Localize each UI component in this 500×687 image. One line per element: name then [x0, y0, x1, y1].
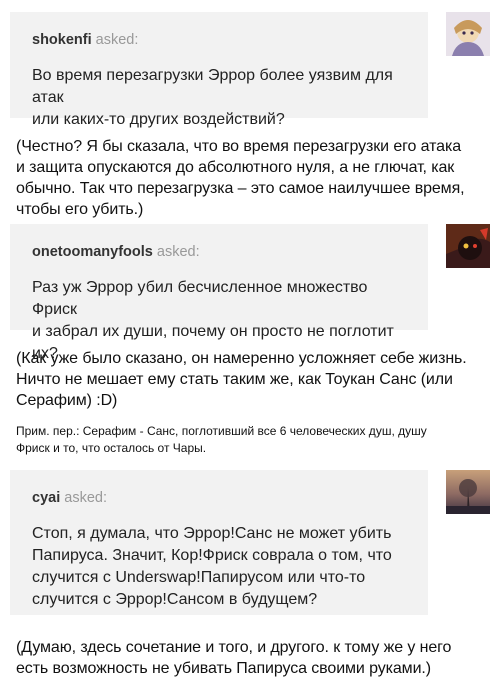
answer-line: Серафим) :D) [16, 392, 118, 409]
answer-line: обычно. Так что перезагрузка – это самое… [16, 180, 465, 197]
asker-username[interactable]: onetoomanyfools [32, 244, 153, 260]
answer-line: и защита опускаются до абсолютного нуля,… [16, 159, 455, 176]
asker-username[interactable]: shokenfi [32, 32, 92, 48]
answer-text: (Как уже было сказано, он намеренно усло… [16, 348, 494, 411]
question-line: или каких-то других воздействий? [32, 111, 285, 128]
answer-text: (Честно? Я бы сказала, что во время пере… [16, 136, 494, 220]
answer-text: (Думаю, здесь сочетание и того, и другог… [16, 637, 494, 679]
question-line: Во время перезагрузки Эррор более уязвим… [32, 67, 393, 106]
asked-label: asked: [95, 32, 139, 48]
asker-username[interactable]: cyai [32, 490, 60, 506]
note-line: Фриск и то, что осталось от Чары. [16, 440, 207, 455]
asker-avatar[interactable] [446, 470, 490, 514]
answer-line: чтобы его убить.) [16, 201, 144, 218]
ask-box: onetoomanyfools asked: Раз уж Эррор убил… [10, 224, 428, 362]
ask-box: cyai asked: Стоп, я думала, что Эррор!Са… [10, 470, 428, 615]
question-line: случится с Underswap!Папирусом или что-т… [32, 569, 366, 586]
question-line: Стоп, я думала, что Эррор!Санс не может … [32, 525, 392, 542]
question-line: Папируса. Значит, Кор!Фриск соврала о то… [32, 547, 392, 564]
asker-avatar[interactable] [446, 12, 490, 56]
question-line: Раз уж Эррор убил бесчисленное множество… [32, 279, 368, 318]
translator-note: Прим. пер.: Серафим - Санс, поглотивший … [16, 423, 486, 456]
asked-label: asked: [156, 244, 200, 260]
avatar-image [446, 12, 490, 56]
answer-line: есть возможность не убивать Папируса сво… [16, 660, 431, 677]
question-text: Стоп, я думала, что Эррор!Санс не может … [32, 523, 406, 611]
asked-label: asked: [64, 490, 107, 506]
answer-line: (Как уже было сказано, он намеренно усло… [16, 350, 467, 367]
asker-line: cyai asked: [32, 489, 406, 507]
ask-box: shokenfi asked: Во время перезагрузки Эр… [10, 12, 428, 128]
question-text: Во время перезагрузки Эррор более уязвим… [32, 65, 406, 131]
answer-line: (Честно? Я бы сказала, что во время пере… [16, 138, 462, 155]
question-line: случится с Эррор!Сансом в будущем? [32, 591, 318, 608]
note-line: Прим. пер.: Серафим - Санс, поглотивший … [16, 424, 427, 438]
asker-line: onetoomanyfools asked: [32, 243, 406, 261]
asker-avatar[interactable] [446, 224, 490, 268]
avatar-image [446, 470, 490, 514]
avatar-image [446, 224, 490, 268]
asker-line: shokenfi asked: [32, 31, 406, 49]
answer-line: (Думаю, здесь сочетание и того, и другог… [16, 639, 452, 656]
answer-line: Ничто не мешает ему стать таким же, как … [16, 371, 453, 388]
